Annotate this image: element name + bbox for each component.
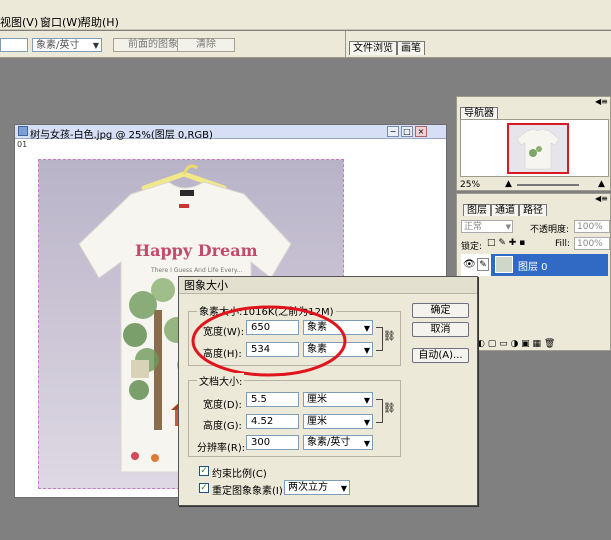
navigator-viewbox[interactable] [507,123,569,174]
opacity-input[interactable]: 100% [574,220,610,233]
blend-mode-select[interactable]: 正常 ▼ [461,220,513,233]
resolution-input[interactable]: 300 [246,435,299,450]
document-size-label: 文档大小: [197,373,245,388]
red-annotation-ellipse [191,305,347,377]
chevron-down-icon: ▼ [92,41,99,50]
doc-height-unit-select[interactable]: 厘米 ▼ [303,414,373,429]
resample-checkbox[interactable]: ✓ [199,483,209,493]
menu-help[interactable]: 帮助(H) [80,14,119,30]
document-titlebar[interactable]: 树与女孩-白色.jpg @ 25%(图层 0,RGB) − □ × [15,125,446,141]
maximize-icon[interactable]: □ [401,126,413,137]
shirt-print-text: Happy Dream [135,241,258,260]
menu-view[interactable]: 视图(V) [0,14,38,30]
tab-layers[interactable]: 图层 [463,204,491,216]
resolution-unit-value: 象素/英寸 [36,40,80,51]
layer-thumbnail [495,256,513,273]
clear-button[interactable]: 清除 [177,38,235,52]
minimize-icon[interactable]: − [387,126,399,137]
layers-footer[interactable]: ◐ ▢ ▭ ◑ ▣ ▦ 🗑 [457,339,610,351]
navigator-preview[interactable] [460,119,609,177]
tab-file-browser[interactable]: 文件浏览 [349,41,397,55]
resolution-unit-value: 象素/英寸 [307,437,351,448]
chevron-down-icon: ▼ [505,223,511,231]
resolution-label: 分辨率(R): [197,443,246,454]
chevron-down-icon: ▼ [363,439,370,448]
document-title: 树与女孩-白色.jpg @ 25%(图层 0,RGB) [30,130,213,141]
resolution-unit-select[interactable]: 象素/英寸 ▼ [32,38,102,52]
chevron-down-icon: ▼ [363,324,370,333]
layers-panel: 图层 通道 路径 ◀≡ 正常 ▼ 不透明度: 100% 锁定: □ ✎ ✚ ▪ … [456,193,611,351]
lock-label: 锁定: [461,242,483,252]
document-icon [18,126,28,136]
chain-link-icon: ⛓ [383,331,396,342]
cancel-button[interactable]: 取消 [412,322,469,337]
dialog-title[interactable]: 图象大小 [179,277,477,294]
auto-button[interactable]: 自动(A)... [412,348,469,363]
ok-button[interactable]: 确定 [412,303,469,318]
pixel-link-bracket [376,327,383,351]
doc-width-input[interactable]: 5.5 [246,392,299,407]
options-field[interactable] [0,38,28,52]
eye-icon[interactable]: 👁 [463,259,476,270]
zoom-out-icon[interactable]: ▲ [505,179,512,189]
tab-paths[interactable]: 路径 [519,204,547,216]
navigator-thumbnail [516,128,560,170]
zoom-slider[interactable] [517,184,579,186]
options-bar: 象素/英寸 ▼ 前面的图象 清除 [0,31,611,58]
chain-link-icon: ⛓ [383,403,396,414]
layer-name: 图层 0 [518,262,548,273]
chevron-down-icon: ▼ [363,396,370,405]
chevron-down-icon: ▼ [363,346,370,355]
tab-navigator[interactable]: 导航器 [460,107,498,119]
resolution-unit-select[interactable]: 象素/英寸 ▼ [303,435,373,450]
blend-mode-value: 正常 [464,222,483,232]
resample-method-select[interactable]: 两次立方 ▼ [284,480,350,495]
resample-method-value: 两次立方 [288,482,328,493]
navigator-zoom[interactable]: 25% [460,180,480,190]
doc-height-unit-value: 厘米 [307,416,327,427]
chevron-down-icon: ▼ [363,418,370,427]
panel-menu-icon[interactable]: ◀≡ [595,97,608,106]
image-size-dialog: 图象大小 确定 取消 自动(A)... 象素大小:1016K(之前为12M) 宽… [178,276,478,506]
lock-icons[interactable]: □ ✎ ✚ ▪ [487,238,525,248]
navigator-panel: 导航器 ◀≡ 25% ▲ ▲ [456,96,611,191]
panel-menu-icon[interactable]: ◀≡ [595,194,608,203]
doc-height-input[interactable]: 4.52 [246,414,299,429]
fill-input[interactable]: 100% [574,237,610,250]
doc-width-unit-value: 厘米 [307,394,327,405]
options-divider [345,31,346,58]
svg-text:There I Guess And Life Every..: There I Guess And Life Every... [150,267,242,274]
doc-width-label: 宽度(D): [203,400,242,411]
brush-icon[interactable]: ✎ [477,258,489,271]
opacity-label: 不透明度: [530,225,570,235]
close-icon[interactable]: × [415,126,427,137]
chevron-down-icon: ▼ [340,484,347,493]
menu-bar: 视图(V) 窗口(W) 帮助(H) [0,0,611,30]
fill-label: Fill: [555,239,571,249]
layer-row-selected[interactable]: 图层 0 [491,254,608,276]
zoom-in-icon[interactable]: ▲ [598,179,605,189]
ruler-origin: 01 [17,140,28,149]
constrain-checkbox[interactable]: ✓ [199,466,209,476]
tab-channels[interactable]: 通道 [491,204,519,216]
menu-window[interactable]: 窗口(W) [40,14,81,30]
doc-link-bracket [376,399,383,423]
doc-width-unit-select[interactable]: 厘米 ▼ [303,392,373,407]
resample-label: 重定图象象素(I): [212,486,287,497]
layers-list: 👁 ✎ 图层 0 [461,254,608,276]
tab-brushes[interactable]: 画笔 [397,41,425,55]
constrain-label: 约束比例(C) [212,469,267,480]
doc-height-label: 高度(G): [203,421,242,432]
